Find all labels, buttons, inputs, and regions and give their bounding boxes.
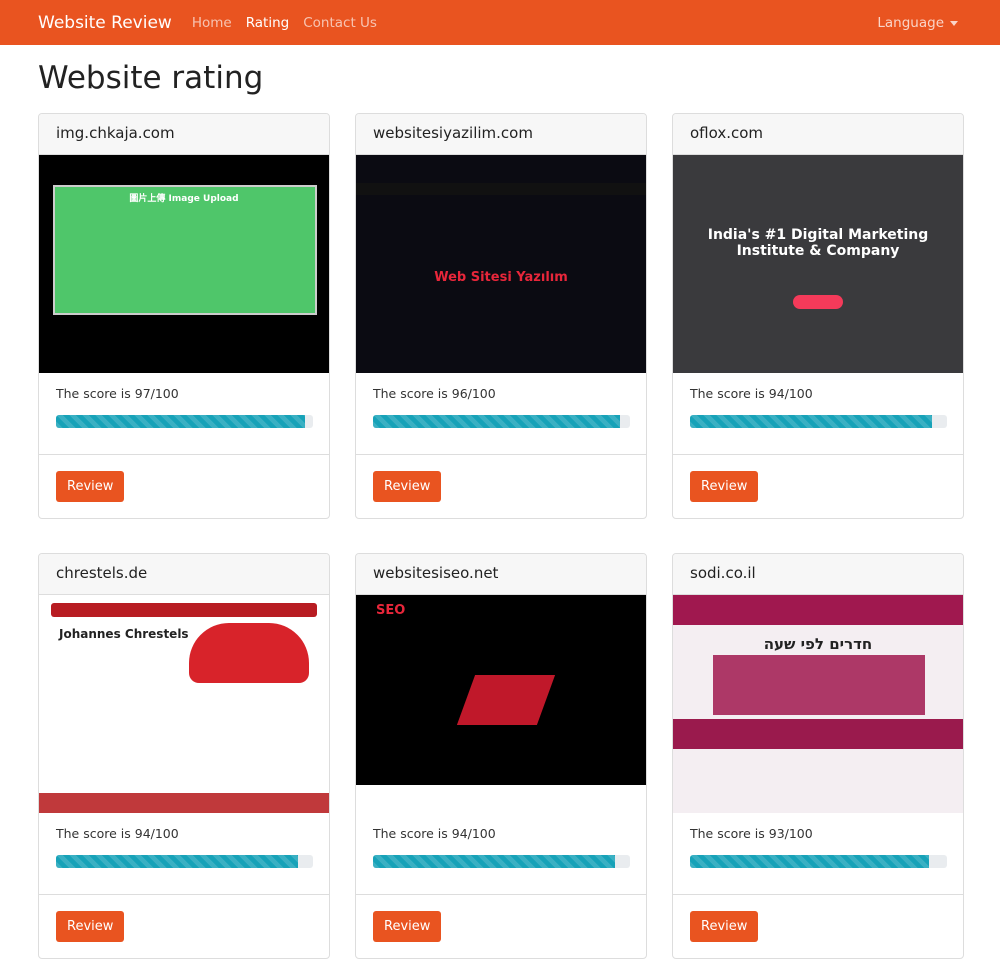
website-card: websitesiseo.net SEO The score is 94/100… bbox=[355, 553, 647, 959]
progress-fill bbox=[56, 855, 298, 868]
page-title: Website rating bbox=[38, 60, 264, 96]
card-domain: websitesiseo.net bbox=[356, 554, 646, 595]
review-button[interactable]: Review bbox=[373, 471, 442, 502]
progress-fill bbox=[56, 415, 306, 428]
website-card: chrestels.de Johannes Chrestels The scor… bbox=[38, 553, 330, 959]
language-dropdown[interactable]: Language bbox=[877, 15, 958, 31]
nav-home[interactable]: Home bbox=[192, 15, 232, 31]
website-screenshot[interactable]: SEO bbox=[356, 595, 646, 813]
review-button[interactable]: Review bbox=[56, 471, 125, 502]
card-domain: websitesiyazilim.com bbox=[356, 114, 646, 155]
screenshot-headline: SEO bbox=[376, 603, 406, 618]
screenshot-headline: חדרים לפי שעה bbox=[763, 635, 873, 653]
navbar: Website Review Home Rating Contact Us La… bbox=[0, 0, 1000, 45]
card-domain: oflox.com bbox=[673, 114, 963, 155]
review-button[interactable]: Review bbox=[690, 471, 759, 502]
progress-fill bbox=[373, 855, 615, 868]
card-domain: img.chkaja.com bbox=[39, 114, 329, 155]
score-text: The score is 96/100 bbox=[373, 386, 496, 401]
score-progress-bar bbox=[56, 415, 313, 428]
website-screenshot[interactable]: חדרים לפי שעה bbox=[673, 595, 963, 813]
card-domain: sodi.co.il bbox=[673, 554, 963, 595]
nav-rating[interactable]: Rating bbox=[246, 15, 290, 31]
caret-down-icon bbox=[950, 20, 958, 26]
score-progress-bar bbox=[690, 415, 947, 428]
review-button[interactable]: Review bbox=[56, 911, 125, 942]
review-button[interactable]: Review bbox=[690, 911, 759, 942]
score-progress-bar bbox=[373, 415, 630, 428]
website-screenshot[interactable]: Johannes Chrestels bbox=[39, 595, 329, 813]
website-screenshot[interactable]: India's #1 Digital Marketing Institute &… bbox=[673, 155, 963, 373]
website-card: sodi.co.il חדרים לפי שעה The score is 93… bbox=[672, 553, 964, 959]
website-card: img.chkaja.com 圖片上傳 Image Upload The sco… bbox=[38, 113, 330, 519]
screenshot-headline: 圖片上傳 Image Upload bbox=[129, 194, 239, 204]
screenshot-headline: Johannes Chrestels bbox=[59, 627, 189, 641]
progress-fill bbox=[690, 855, 929, 868]
score-progress-bar bbox=[56, 855, 313, 868]
website-screenshot[interactable]: 圖片上傳 Image Upload bbox=[39, 155, 329, 373]
score-text: The score is 94/100 bbox=[56, 826, 179, 841]
progress-fill bbox=[690, 415, 932, 428]
score-text: The score is 94/100 bbox=[690, 386, 813, 401]
website-screenshot[interactable]: Web Sitesi Yazılım bbox=[356, 155, 646, 373]
review-button[interactable]: Review bbox=[373, 911, 442, 942]
screenshot-headline: Web Sitesi Yazılım bbox=[434, 270, 568, 285]
score-text: The score is 93/100 bbox=[690, 826, 813, 841]
nav-contact[interactable]: Contact Us bbox=[303, 15, 377, 31]
screenshot-headline: India's #1 Digital Marketing Institute &… bbox=[707, 227, 929, 259]
score-text: The score is 97/100 bbox=[56, 386, 179, 401]
score-progress-bar bbox=[373, 855, 630, 868]
brand-link[interactable]: Website Review bbox=[38, 13, 172, 33]
website-card: websitesiyazilim.com Web Sitesi Yazılım … bbox=[355, 113, 647, 519]
language-label: Language bbox=[877, 15, 944, 31]
score-progress-bar bbox=[690, 855, 947, 868]
card-domain: chrestels.de bbox=[39, 554, 329, 595]
score-text: The score is 94/100 bbox=[373, 826, 496, 841]
website-card: oflox.com India's #1 Digital Marketing I… bbox=[672, 113, 964, 519]
progress-fill bbox=[373, 415, 620, 428]
